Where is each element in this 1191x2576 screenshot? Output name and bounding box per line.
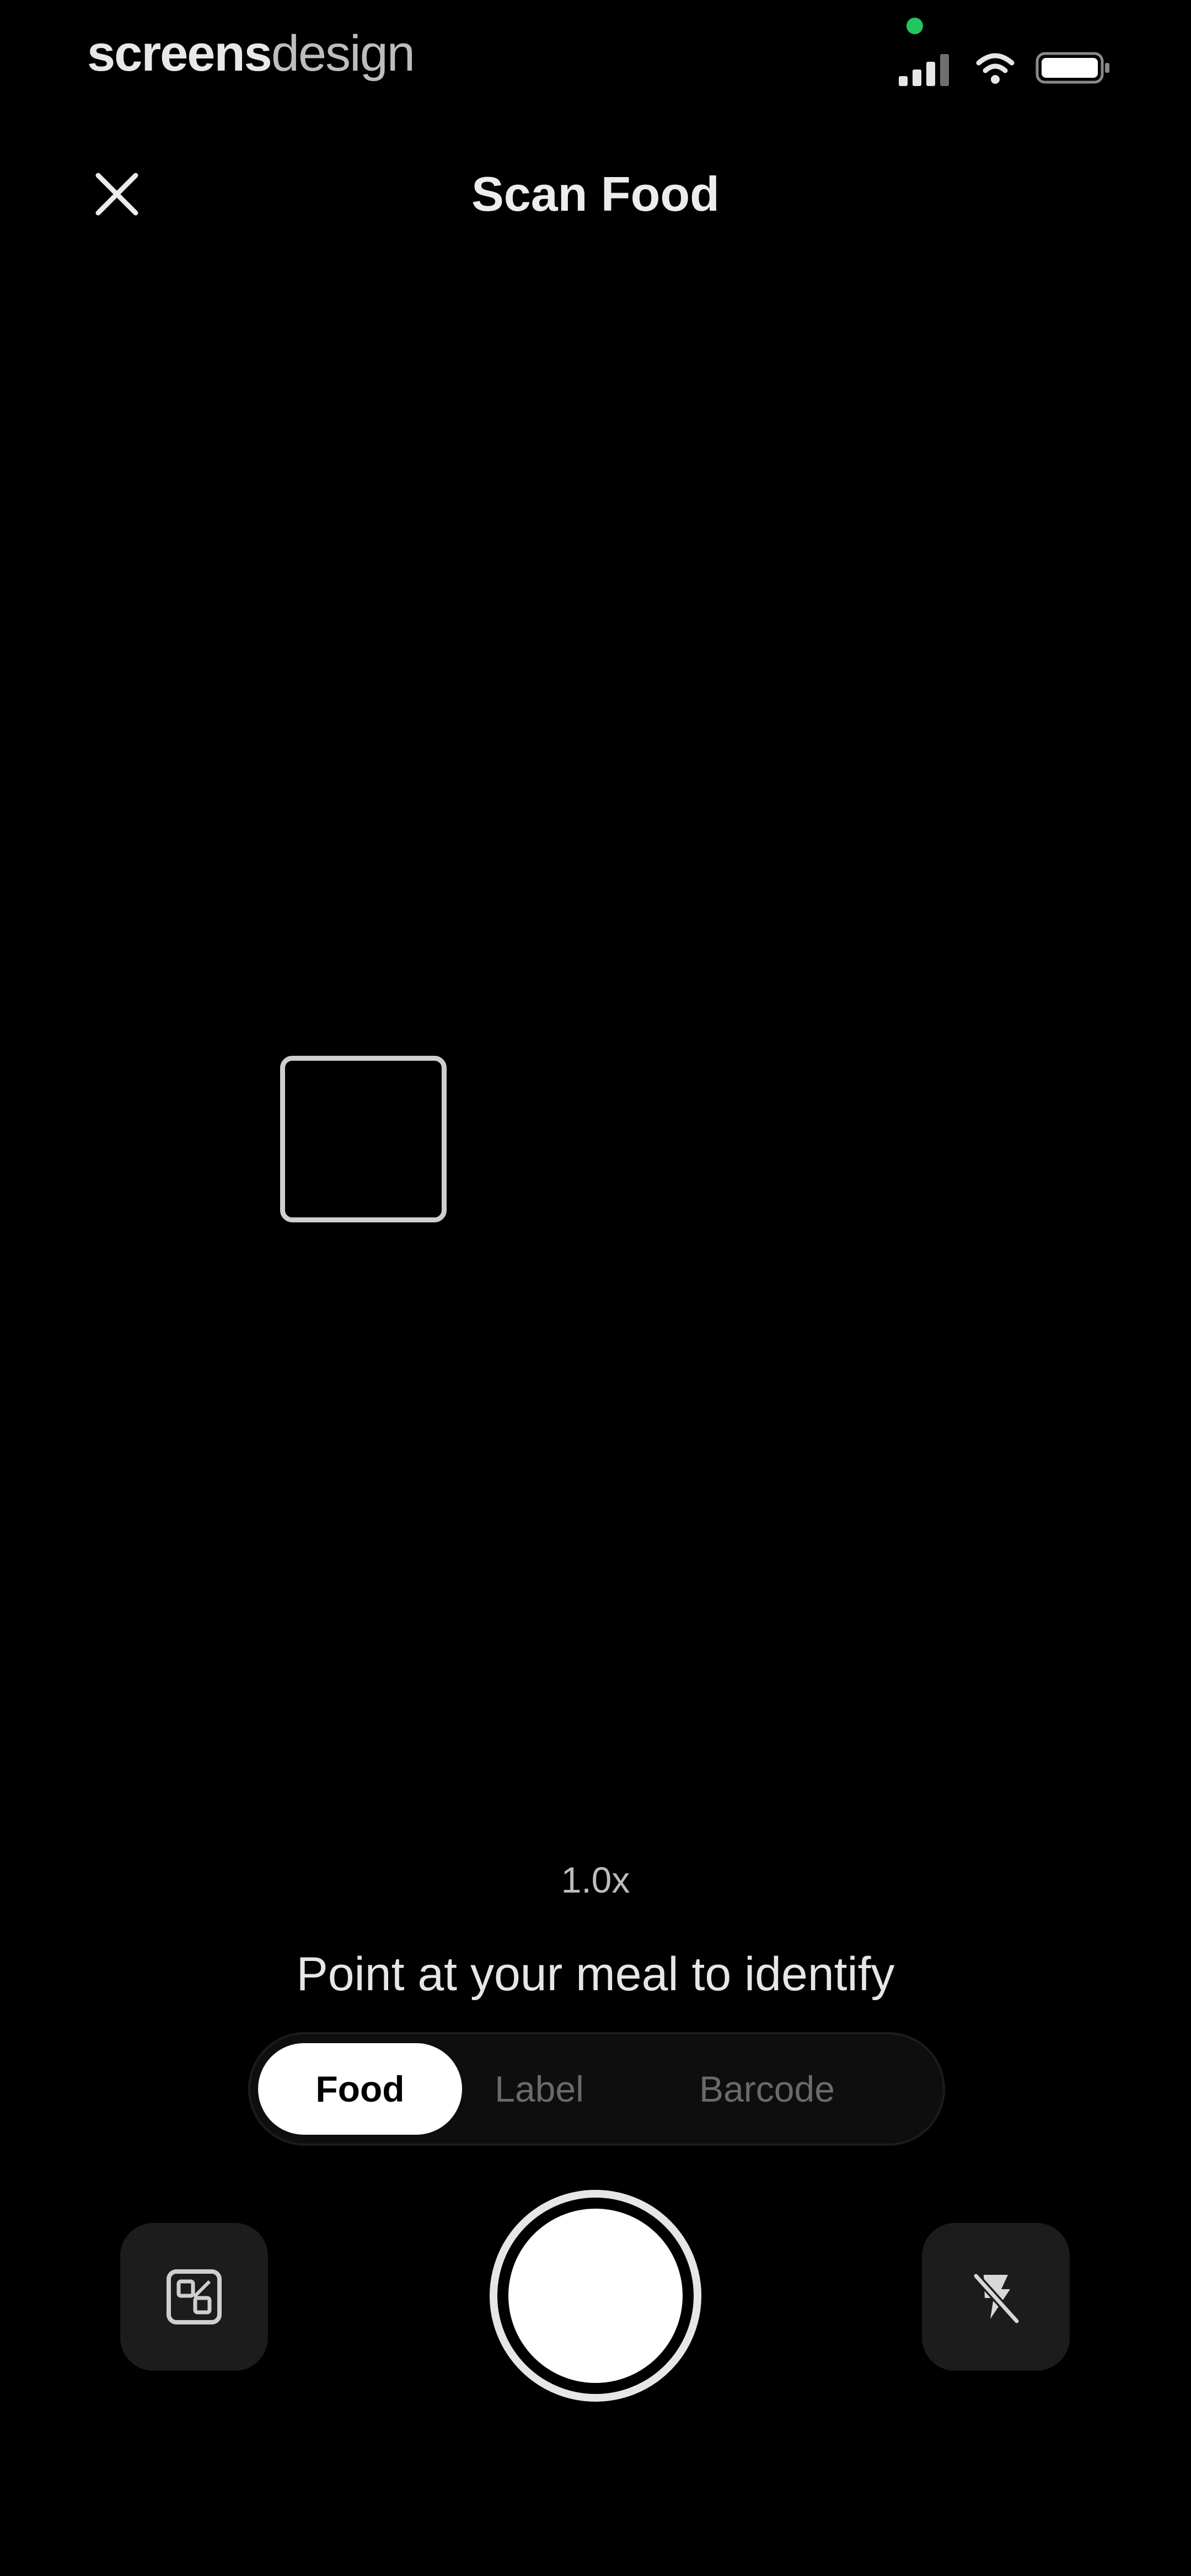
- tab-label[interactable]: Label: [462, 2043, 616, 2135]
- shutter-inner: [508, 2209, 683, 2383]
- wifi-icon: [976, 53, 1015, 84]
- brand-logo-part2: design: [271, 25, 415, 82]
- status-bar: screensdesign: [0, 0, 1191, 121]
- flash-off-icon: [972, 2272, 1021, 2325]
- privacy-indicator-dot: [906, 18, 923, 34]
- tab-barcode[interactable]: Barcode: [639, 2043, 895, 2135]
- battery-icon: [1036, 52, 1109, 84]
- tab-food[interactable]: Food: [258, 2043, 462, 2135]
- page-title: Scan Food: [471, 167, 720, 221]
- scan-hint-text: Point at your meal to identify: [296, 1948, 895, 2001]
- brand-logo-part1: screens: [87, 25, 272, 82]
- shutter-button[interactable]: [490, 2190, 701, 2402]
- zoom-level-button[interactable]: 1.0x: [0, 1859, 1191, 1901]
- gallery-button[interactable]: [120, 2223, 268, 2371]
- cellular-signal-icon: [899, 54, 949, 86]
- flash-toggle-button[interactable]: [922, 2223, 1070, 2371]
- close-button[interactable]: [83, 160, 151, 228]
- gallery-icon: [167, 2269, 222, 2324]
- scan-mode-switch: Food Label Barcode: [248, 2032, 945, 2146]
- brand-logo: screensdesign: [87, 23, 415, 84]
- focus-frame: [280, 1056, 447, 1222]
- close-icon: [95, 173, 138, 216]
